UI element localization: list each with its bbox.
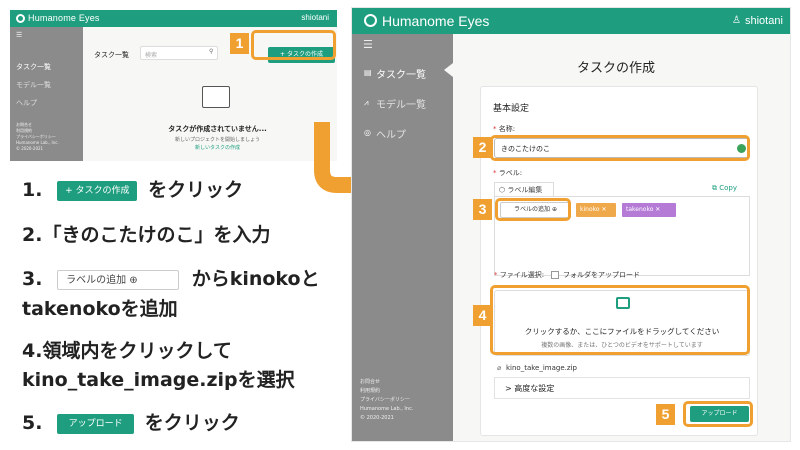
footer-link[interactable]: 利用規約 [360, 387, 450, 396]
step-badge-3: 3 [473, 199, 492, 220]
step-3-text: からkinokoと [191, 268, 320, 290]
copy-button[interactable]: ⧉ Copy [712, 184, 737, 193]
step-1: 1. + タスクの作成 をクリック [22, 175, 243, 202]
step-5-number: 5. [22, 412, 43, 434]
footer-link[interactable]: お問合せ [360, 378, 450, 387]
active-indicator [444, 63, 453, 77]
nav-tasks[interactable]: タスク一覧 [376, 66, 426, 81]
footer-link[interactable]: プライバシーポリシー [360, 396, 450, 405]
label-edit-tab[interactable]: ⬡ ラベル編集 [494, 182, 554, 196]
nav-models[interactable]: モデル一覧 [376, 96, 426, 111]
selected-filename: kino_take_image.zip [506, 364, 577, 372]
step-5-upload-pill: アップロード [57, 413, 135, 434]
highlight-drop-zone [490, 285, 750, 355]
help-icon: ◎ [364, 128, 371, 137]
step-5-text: をクリック [144, 412, 240, 434]
step-badge-5: 5 [656, 404, 675, 425]
step-2: 2.「きのこたけのこ」を入力 [22, 224, 271, 246]
page-title: タスクの作成 [577, 61, 656, 76]
label-tag-takenoko[interactable]: takenoko ✕ [622, 203, 676, 217]
footer-text: Humanome Lab., Inc. [360, 406, 414, 412]
file-select-label: * ファイル選択: [494, 271, 545, 279]
list-icon: ▤ [364, 68, 372, 77]
step-badge-4: 4 [473, 305, 492, 326]
step-1-number: 1. [22, 179, 43, 201]
step-3-add-label-pill: ラベルの追加 ⊕ [57, 269, 180, 290]
step-3: 3. ラベルの追加 ⊕ からkinokoと [22, 264, 320, 291]
app-brand[interactable]: Humanome Eyes [382, 13, 489, 29]
folder-upload-label: フォルダをアップロード [563, 271, 640, 279]
step-1-text: をクリック [148, 179, 244, 201]
task-create-screenshot: Humanome Eyes ♙ shiotani ☰ ▤ タスク一覧 ⩘ モデル… [351, 7, 791, 442]
folder-upload-checkbox[interactable] [551, 271, 559, 279]
highlight-upload [683, 401, 753, 427]
step-badge-2: 2 [473, 137, 492, 158]
highlight-name-input [490, 135, 750, 161]
user-name[interactable]: shiotani [745, 15, 783, 27]
menu-icon[interactable]: ☰ [363, 38, 373, 51]
user-icon: ♙ [732, 15, 741, 26]
footer-text: © 2020-2021 [360, 415, 394, 421]
logo-icon [364, 14, 377, 27]
label-label: * ラベル: [493, 169, 523, 177]
highlight-add-label [495, 198, 571, 221]
step-1-create-pill: + タスクの作成 [57, 180, 138, 201]
paperclip-icon: ⌀ [497, 364, 502, 372]
step-3-cont: takenokoを追加 [22, 298, 178, 320]
section-title: 基本設定 [493, 104, 530, 114]
chart-icon: ⩘ [364, 98, 369, 107]
label-tag-kinoko[interactable]: kinoko ✕ [576, 203, 616, 217]
name-label: * 名称: [493, 125, 516, 133]
sidebar-footer: お問合せ 利用規約 プライバシーポリシー Humanome Lab., Inc.… [360, 378, 450, 423]
nav-help[interactable]: ヘルプ [376, 126, 406, 141]
step-3-number: 3. [22, 268, 43, 290]
advanced-settings-toggle[interactable]: > 高度な設定 [494, 377, 750, 399]
step-4-line2: kino_take_image.zipを選択 [22, 369, 295, 391]
step-4-line1: 4.領域内をクリックして [22, 340, 232, 362]
step-5: 5. アップロード をクリック [22, 408, 240, 435]
